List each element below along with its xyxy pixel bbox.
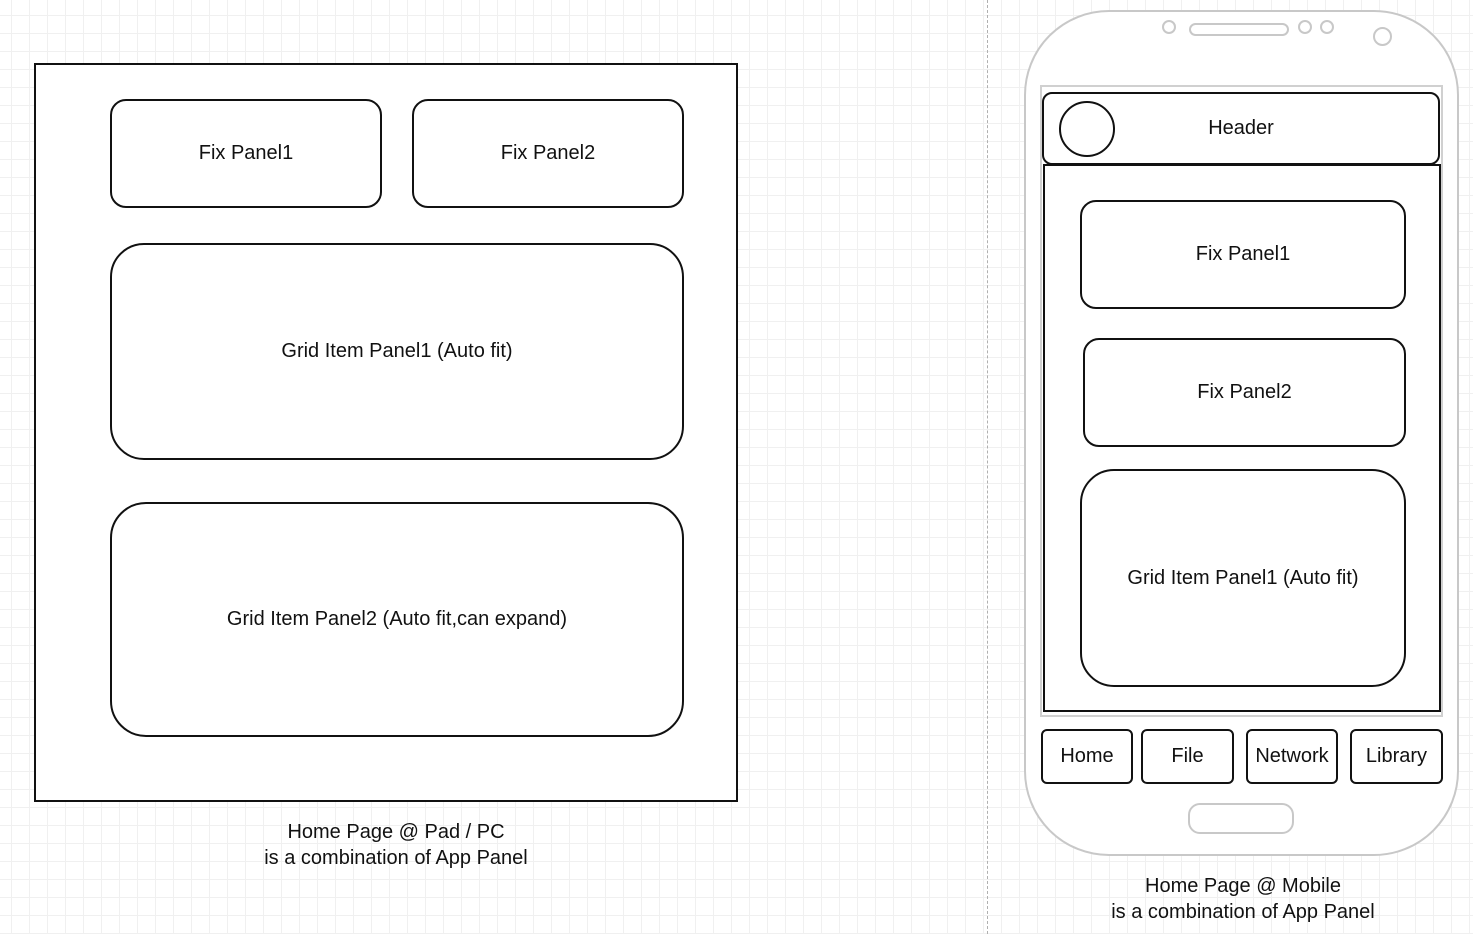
tab-file-label: File xyxy=(1171,745,1204,767)
speaker-grille-icon xyxy=(1189,23,1289,36)
front-camera-icon xyxy=(1162,20,1176,34)
pad-caption: Home Page @ Pad / PC is a combination of… xyxy=(196,819,596,871)
mobile-fix-panel-1[interactable]: Fix Panel1 xyxy=(1080,200,1406,309)
section-divider xyxy=(987,0,988,934)
pad-caption-line-1: Home Page @ Pad / PC xyxy=(287,821,505,843)
mobile-grid-item-panel-1-label: Grid Item Panel1 (Auto fit) xyxy=(1127,566,1359,589)
tab-network-label: Network xyxy=(1255,745,1329,767)
pad-grid-item-panel-1[interactable]: Grid Item Panel1 (Auto fit) xyxy=(110,243,684,460)
tab-home-label: Home xyxy=(1060,745,1114,767)
pad-fix-panel-1-label: Fix Panel1 xyxy=(198,142,294,164)
pad-caption-line-2: is a combination of App Panel xyxy=(264,847,528,869)
mobile-fix-panel-1-label: Fix Panel1 xyxy=(1195,243,1291,265)
mobile-caption-line-2: is a combination of App Panel xyxy=(1111,901,1375,923)
avatar[interactable] xyxy=(1059,101,1115,157)
tab-file[interactable]: File xyxy=(1141,729,1234,784)
mobile-header-label: Header xyxy=(1208,117,1274,139)
sensor-icon xyxy=(1320,20,1334,34)
sensor-icon xyxy=(1298,20,1312,34)
pad-fix-panel-2[interactable]: Fix Panel2 xyxy=(412,99,684,208)
pad-fix-panel-1[interactable]: Fix Panel1 xyxy=(110,99,382,208)
pad-grid-item-panel-2-label: Grid Item Panel2 (Auto fit,can expand) xyxy=(226,608,568,630)
phone-home-button[interactable] xyxy=(1188,803,1294,834)
pad-grid-item-panel-2[interactable]: Grid Item Panel2 (Auto fit,can expand) xyxy=(110,502,684,737)
mobile-fix-panel-2-label: Fix Panel2 xyxy=(1197,381,1292,403)
tab-network[interactable]: Network xyxy=(1246,729,1338,784)
tab-library-label: Library xyxy=(1365,745,1428,767)
tab-home[interactable]: Home xyxy=(1041,729,1133,784)
pad-grid-item-panel-1-label: Grid Item Panel1 (Auto fit) xyxy=(281,340,513,362)
tab-library[interactable]: Library xyxy=(1350,729,1443,784)
mobile-caption-line-1: Home Page @ Mobile xyxy=(1145,875,1341,897)
pad-fix-panel-2-label: Fix Panel2 xyxy=(500,142,596,164)
camera-lens-icon xyxy=(1373,27,1392,46)
mobile-grid-item-panel-1[interactable]: Grid Item Panel1 (Auto fit) xyxy=(1080,469,1406,687)
mobile-caption: Home Page @ Mobile is a combination of A… xyxy=(1043,873,1443,925)
mobile-fix-panel-2[interactable]: Fix Panel2 xyxy=(1083,338,1406,447)
